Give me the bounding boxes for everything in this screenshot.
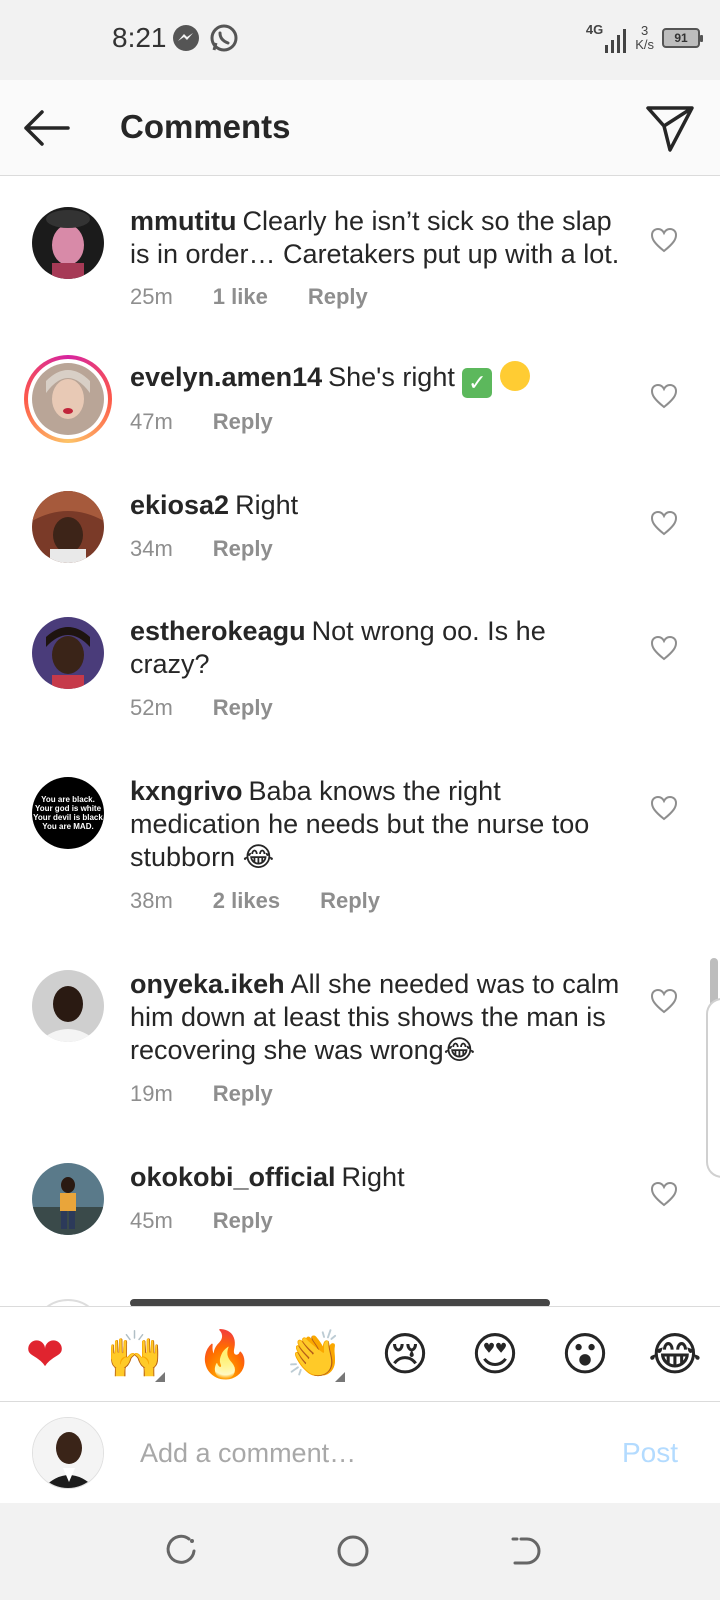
heart-icon[interactable] [650,635,678,661]
fire-emoji[interactable]: 🔥 [193,1326,257,1382]
comment-meta: 45m Reply [130,1208,273,1234]
comment-username[interactable]: onyeka.ikeh [130,969,285,999]
reply-button[interactable]: Reply [213,409,273,435]
comment-likes[interactable]: 1 like [213,284,268,310]
partial-text-line [130,1299,550,1306]
comment-text: Right [341,1162,405,1192]
crying-face-emoji[interactable]: 😢 [373,1326,437,1382]
heart-icon[interactable] [650,988,678,1014]
comment-time: 47m [130,409,173,434]
comment-time: 19m [130,1081,173,1106]
comment-input[interactable] [140,1431,600,1475]
clapping-hands-emoji[interactable]: 👏 [283,1326,347,1382]
comment-meta: 25m 1 like Reply [130,284,368,310]
comment-text: She's right [328,362,455,392]
comment-username[interactable]: evelyn.amen14 [130,362,322,392]
reply-button[interactable]: Reply [308,284,368,310]
avatar-text-line: Your devil is black [33,813,103,822]
current-user-avatar [32,1417,104,1489]
comment-meta: 52m Reply [130,695,273,721]
network-type: 4G [585,22,604,37]
heart-eyes-emoji[interactable]: 😍 [463,1326,527,1382]
status-bar: 8:21 4G 3 K/s 91 [0,0,720,80]
heart-icon[interactable] [650,227,678,253]
messenger-icon [173,25,199,51]
comment-time: 25m [130,284,173,309]
reply-button[interactable]: Reply [213,695,273,721]
relieved-face-emoji [499,361,530,391]
comment-meta: 34m Reply [130,536,273,562]
comment-composer: Post [0,1403,720,1503]
avatar-story-ring[interactable] [24,355,112,443]
direct-share-icon[interactable] [644,102,696,154]
battery-icon: 91 [662,28,703,48]
signal-icon [605,29,627,53]
back-nav-icon[interactable] [507,1533,543,1569]
avatar[interactable] [32,970,104,1042]
tears-of-joy-emoji[interactable]: 😂 [643,1326,707,1382]
battery-level: 91 [674,31,688,45]
avatar[interactable] [32,207,104,279]
heart-icon[interactable] [650,510,678,536]
comment-meta: 38m 2 likes Reply [130,888,380,914]
avatar [32,363,104,435]
recent-apps-icon[interactable] [163,1533,199,1569]
reply-button[interactable]: Reply [213,1208,273,1234]
edge-panel-handle[interactable] [706,998,720,1178]
page-title: Comments [120,108,291,145]
comment-text: Right [235,490,299,520]
network-speed: 3 K/s [635,23,654,52]
comment-username[interactable]: kxngrivo [130,776,243,806]
comment-meta: 47m Reply [130,409,273,435]
avatar-text-line: You are black. [41,795,95,804]
system-nav-bar [0,1503,720,1600]
avatar[interactable] [32,1299,104,1306]
avatar[interactable] [32,1163,104,1235]
reply-button[interactable]: Reply [320,888,380,914]
comment-meta: 19m Reply [130,1081,273,1107]
comment-username[interactable]: ekiosa2 [130,490,229,520]
comment-username[interactable]: mmutitu [130,206,236,236]
comment-time: 52m [130,695,173,720]
raising-hands-emoji[interactable]: 🙌 [103,1326,167,1382]
avatar[interactable] [32,491,104,563]
header: Comments [0,80,720,176]
comment-username[interactable]: estherokeagu [130,616,306,646]
avatar-text-line: You are MAD. [42,822,94,831]
status-time: 8:21 [112,22,167,53]
whatsapp-icon [210,24,238,52]
comment-time: 34m [130,536,173,561]
heart-icon[interactable] [650,383,678,409]
heart-icon[interactable] [650,795,678,821]
reply-button[interactable]: Reply [213,1081,273,1107]
comment-time: 38m [130,888,173,913]
red-heart-emoji[interactable]: ❤ [13,1326,77,1382]
comment-time: 45m [130,1208,173,1233]
check-mark-emoji: ✓ [462,368,493,398]
status-indicators: 4G 3 K/s 91 [585,20,703,56]
skin-tone-indicator [155,1372,165,1382]
emoji-quick-bar: ❤ 🙌 🔥 👏 😢 😍 😮 😂 [0,1306,720,1402]
back-arrow-icon[interactable] [20,104,72,152]
skin-tone-indicator [335,1372,345,1382]
home-icon[interactable] [335,1533,371,1569]
comments-list[interactable]: mmutitu Clearly he isn’t sick so the slap… [0,177,720,1306]
comment-likes[interactable]: 2 likes [213,888,280,914]
reply-button[interactable]: Reply [213,536,273,562]
heart-icon[interactable] [650,1181,678,1207]
post-button[interactable]: Post [622,1437,678,1469]
surprised-face-emoji[interactable]: 😮 [553,1326,617,1382]
avatar[interactable] [32,617,104,689]
avatar[interactable]: You are black. Your god is white Your de… [32,777,104,849]
avatar-text-line: Your god is white [34,804,102,813]
comment-username[interactable]: okokobi_official [130,1162,336,1192]
